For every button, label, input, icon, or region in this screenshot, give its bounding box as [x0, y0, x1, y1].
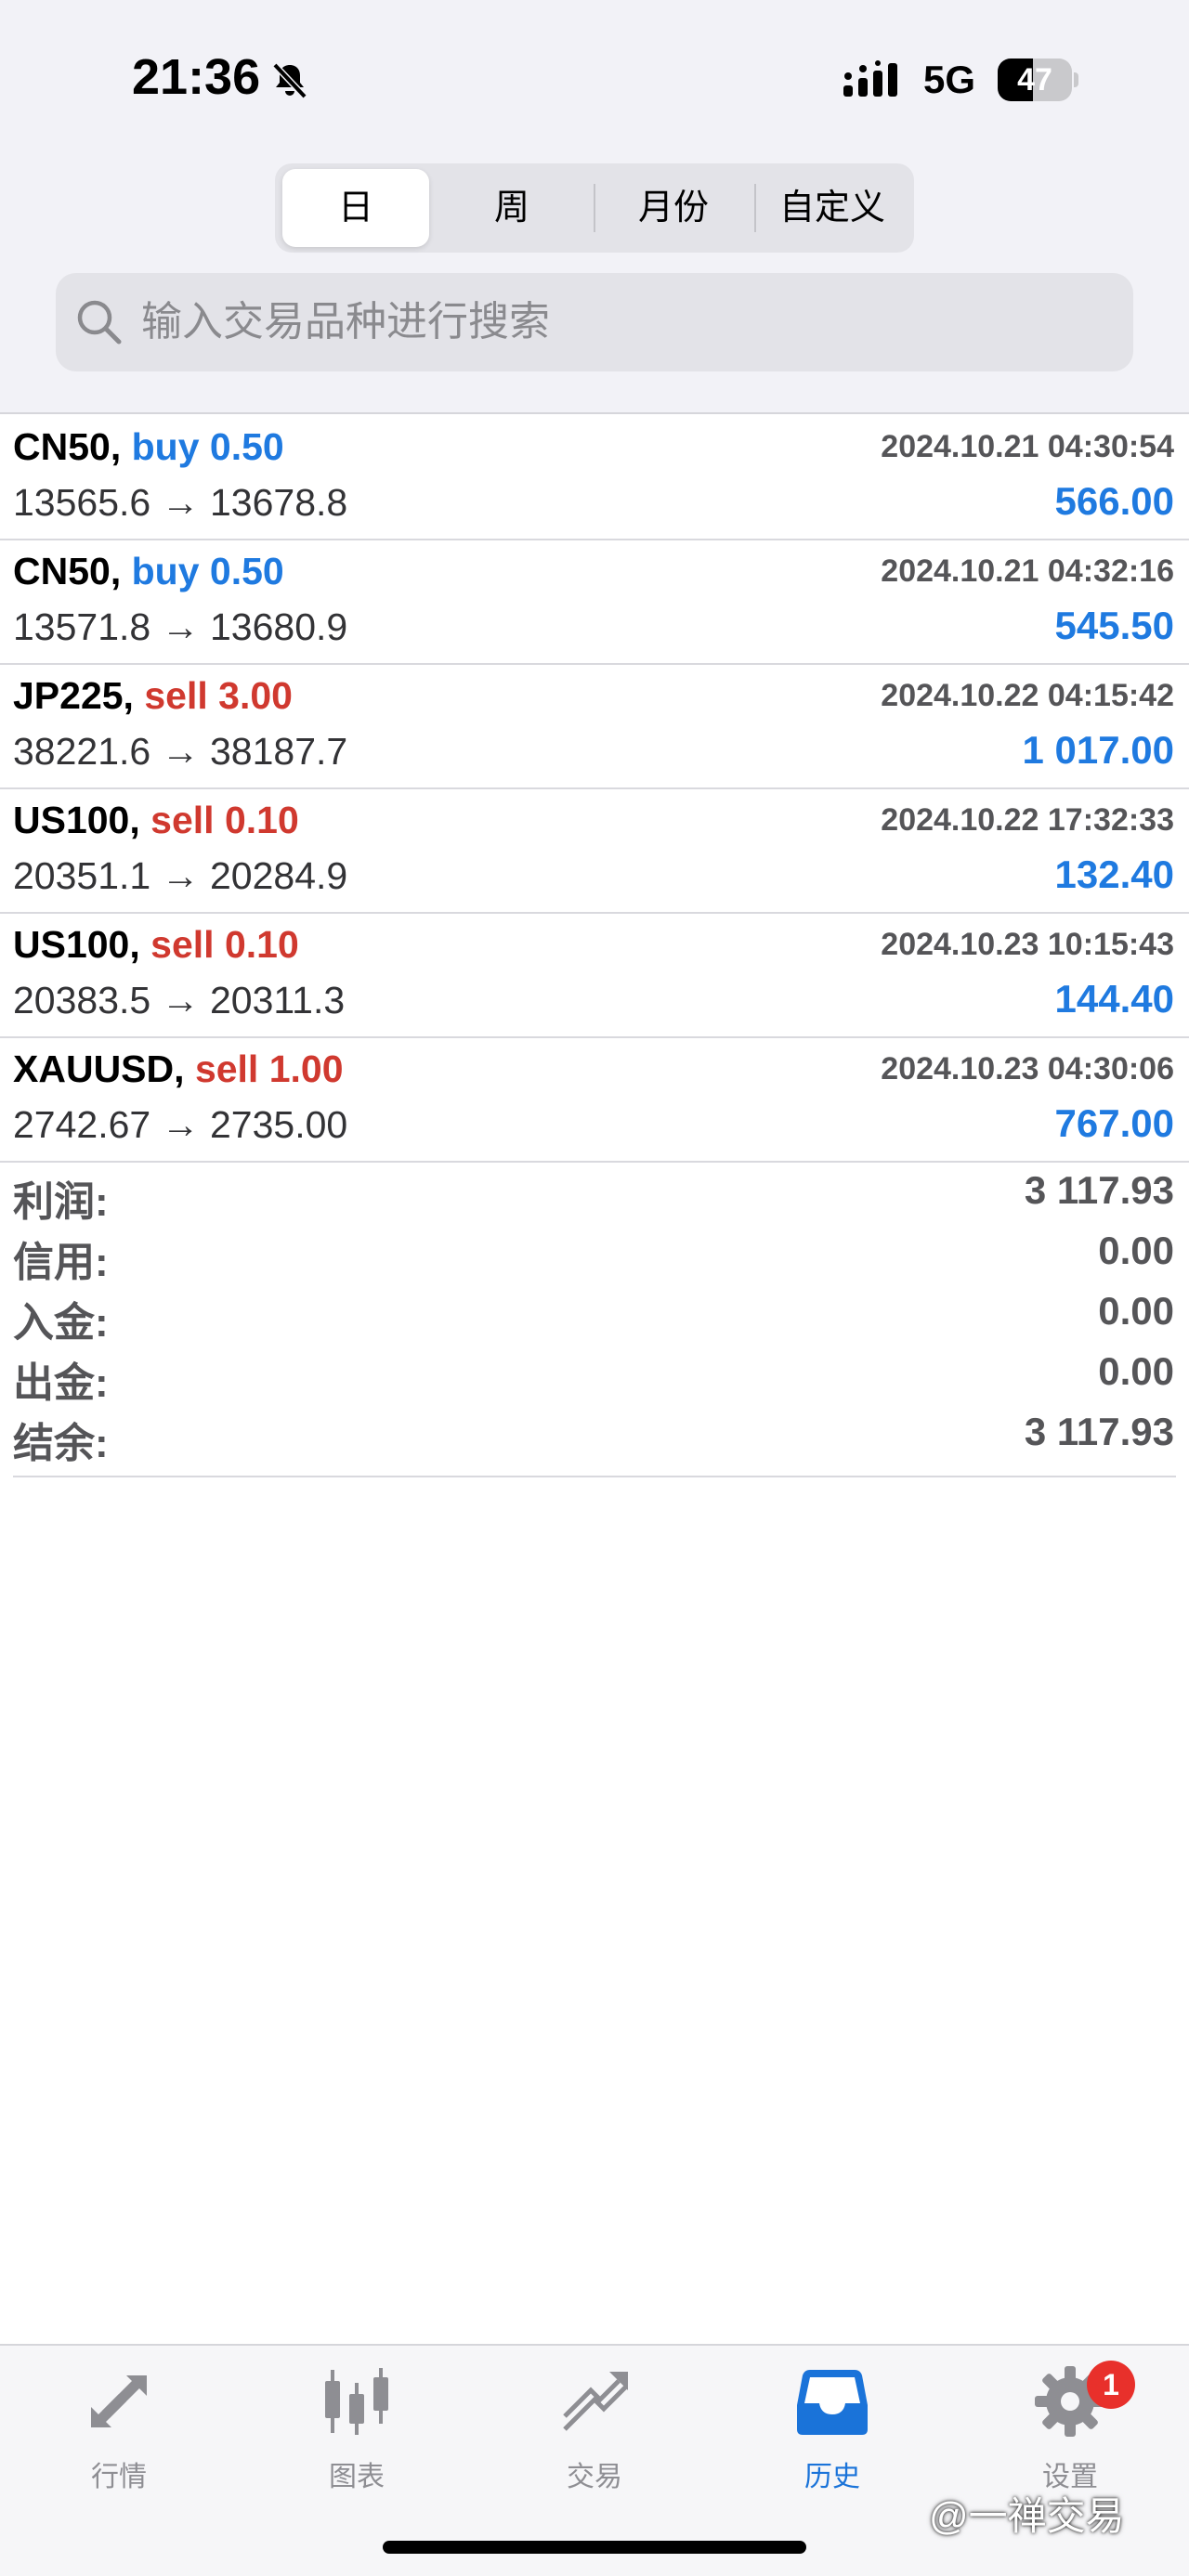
- deposit-value: 0.00: [1098, 1289, 1174, 1333]
- trade-symbol: CN50,: [13, 550, 122, 592]
- notification-badge: 1: [1087, 2361, 1135, 2409]
- trade-prices: 13565.6 → 13678.8: [13, 481, 348, 524]
- trade-prices: 20351.1 → 20284.9: [13, 854, 348, 897]
- profit-label: 利润:: [13, 1179, 109, 1225]
- tab-month[interactable]: 月份: [596, 169, 751, 247]
- summary-row-deposit: 入金: 0.00: [13, 1283, 1176, 1346]
- tab-custom[interactable]: 自定义: [756, 169, 908, 247]
- trade-time: 2024.10.22 17:32:33: [881, 802, 1174, 838]
- battery-level: 47: [1017, 62, 1052, 98]
- signal-icon: [843, 60, 897, 97]
- inbox-tray-icon: [797, 2370, 868, 2435]
- trade-profit: 767.00: [1054, 1101, 1174, 1145]
- tab-charts[interactable]: 图表: [264, 2364, 450, 2504]
- tab-settings[interactable]: 1 设置: [977, 2361, 1163, 2504]
- search-icon: [77, 300, 122, 345]
- tab-charts-label: 图表: [329, 2462, 385, 2492]
- top-area: 21:36 5G 47 日 周 月份 自定义 输入交易品种进行搜索: [0, 0, 1189, 414]
- trade-symbol: US100,: [13, 799, 140, 841]
- trade-side: sell 3.00: [144, 674, 293, 717]
- withdrawal-value: 0.00: [1098, 1349, 1174, 1393]
- tab-trade-label: 交易: [567, 2462, 622, 2492]
- trade-side: buy 0.50: [131, 425, 284, 468]
- trade-row[interactable]: XAUUSD, sell 1.00 2024.10.23 04:30:06 27…: [0, 1038, 1189, 1163]
- trade-prices: 20383.5 → 20311.3: [13, 979, 346, 1021]
- trade-symbol: JP225,: [13, 674, 134, 717]
- trade-row[interactable]: JP225, sell 3.00 2024.10.22 04:15:42 382…: [0, 665, 1189, 789]
- trade-side: sell 0.10: [150, 799, 299, 841]
- trade-row[interactable]: US100, sell 0.10 2024.10.22 17:32:33 203…: [0, 789, 1189, 914]
- bell-muted-icon: [272, 62, 307, 99]
- candlestick-chart-icon: [325, 2368, 388, 2435]
- deposit-label: 入金:: [13, 1300, 109, 1346]
- trade-time: 2024.10.21 04:30:54: [881, 429, 1174, 464]
- trade-row[interactable]: CN50, buy 0.50 2024.10.21 04:30:54 13565…: [0, 416, 1189, 540]
- watermark: @一禅交易: [929, 2494, 1125, 2538]
- profit-value: 3 117.93: [1024, 1168, 1174, 1212]
- trade-symbol: XAUUSD,: [13, 1047, 185, 1090]
- credit-value: 0.00: [1098, 1229, 1174, 1272]
- trade-time: 2024.10.21 04:32:16: [881, 553, 1174, 589]
- summary-row-credit: 信用: 0.00: [13, 1223, 1176, 1285]
- tab-history-label: 历史: [804, 2462, 860, 2492]
- trade-prices: 2742.67 → 2735.00: [13, 1103, 348, 1146]
- trade-prices: 13571.8 → 13680.9: [13, 605, 348, 648]
- trade-profit: 1 017.00: [1022, 728, 1175, 772]
- summary-row-profit: 利润: 3 117.93: [13, 1163, 1176, 1225]
- trade-row[interactable]: CN50, buy 0.50 2024.10.21 04:32:16 13571…: [0, 540, 1189, 665]
- search-input[interactable]: [141, 273, 1107, 371]
- period-selector: 日 周 月份 自定义: [275, 163, 914, 253]
- trade-time: 2024.10.23 04:30:06: [881, 1051, 1174, 1086]
- trade-side: buy 0.50: [131, 550, 284, 592]
- tab-quotes-label: 行情: [91, 2462, 147, 2492]
- segment-divider: [594, 184, 595, 232]
- trade-profit: 545.50: [1054, 604, 1174, 647]
- tab-quotes[interactable]: 行情: [26, 2364, 212, 2504]
- summary-row-balance: 结余: 3 117.93: [13, 1404, 1176, 1466]
- trade-list: CN50, buy 0.50 2024.10.21 04:30:54 13565…: [0, 416, 1189, 1163]
- trade-profit: 144.40: [1054, 977, 1174, 1021]
- balance-label: 结余:: [13, 1421, 109, 1466]
- search-bar[interactable]: [56, 273, 1133, 371]
- tab-week[interactable]: 周: [435, 169, 589, 247]
- trade-icon: [563, 2372, 628, 2431]
- quotes-icon: [91, 2375, 147, 2427]
- trade-side: sell 1.00: [194, 1047, 344, 1090]
- trade-time: 2024.10.22 04:15:42: [881, 678, 1174, 713]
- trade-row[interactable]: US100, sell 0.10 2024.10.23 10:15:43 203…: [0, 914, 1189, 1038]
- status-time: 21:36: [132, 49, 261, 105]
- network-label: 5G: [923, 58, 976, 101]
- trade-profit: 566.00: [1054, 479, 1174, 523]
- withdrawal-label: 出金:: [13, 1360, 109, 1406]
- credit-label: 信用:: [13, 1240, 109, 1285]
- status-bar: 21:36 5G 47: [0, 0, 1189, 139]
- trade-symbol: CN50,: [13, 425, 122, 468]
- tab-history[interactable]: 历史: [739, 2364, 925, 2504]
- trade-symbol: US100,: [13, 923, 140, 966]
- battery-icon: 47: [998, 59, 1078, 101]
- trade-time: 2024.10.23 10:15:43: [881, 927, 1174, 962]
- tab-trade[interactable]: 交易: [502, 2364, 687, 2504]
- trade-side: sell 0.10: [150, 923, 299, 966]
- tab-day[interactable]: 日: [282, 169, 429, 247]
- trade-profit: 132.40: [1054, 852, 1174, 896]
- balance-value: 3 117.93: [1024, 1410, 1174, 1453]
- account-summary: 利润: 3 117.93 信用: 0.00 入金: 0.00 出金: 0.00 …: [13, 1163, 1176, 1477]
- home-indicator[interactable]: [383, 2541, 806, 2554]
- summary-row-withdrawal: 出金: 0.00: [13, 1344, 1176, 1406]
- trade-prices: 38221.6 → 38187.7: [13, 730, 348, 773]
